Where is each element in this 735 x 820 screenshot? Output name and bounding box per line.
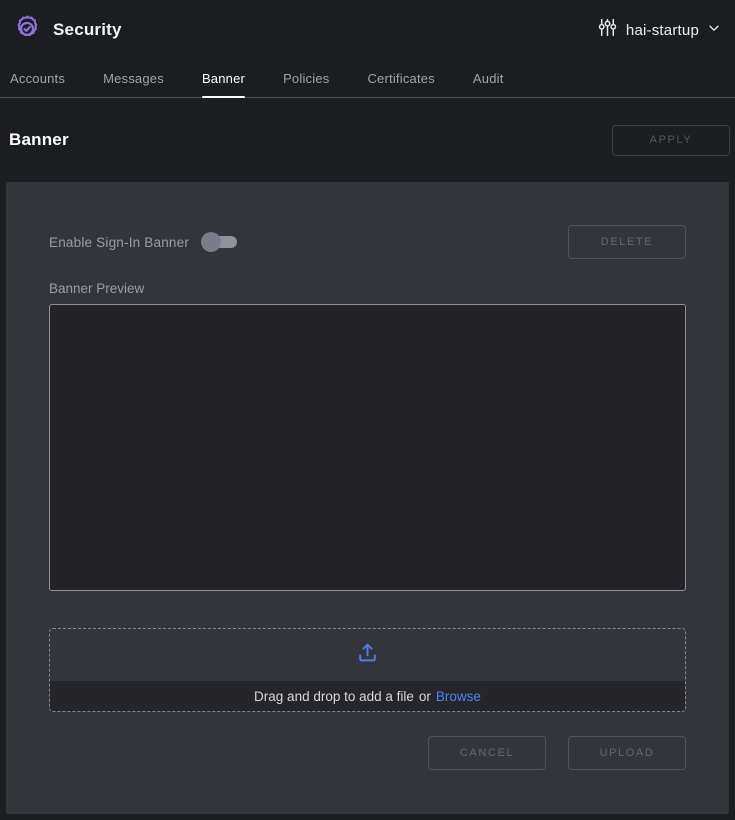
browse-link[interactable]: Browse xyxy=(436,689,481,704)
enable-banner-label: Enable Sign-In Banner xyxy=(49,235,189,250)
chevron-down-icon xyxy=(707,21,721,40)
page-title: Banner xyxy=(9,130,69,150)
tab-certificates[interactable]: Certificates xyxy=(367,60,434,97)
upload-icon xyxy=(354,639,381,671)
tab-policies[interactable]: Policies xyxy=(283,60,329,97)
dropzone-icon-area xyxy=(50,629,685,681)
toggle-knob xyxy=(201,232,221,252)
banner-preview-box xyxy=(49,304,686,591)
tab-banner[interactable]: Banner xyxy=(202,60,245,97)
or-text: or xyxy=(419,689,431,704)
enable-banner-row: Enable Sign-In Banner DELETE xyxy=(49,182,686,259)
tab-bar: Accounts Messages Banner Policies Certif… xyxy=(0,60,735,98)
banner-preview-label: Banner Preview xyxy=(49,281,686,296)
delete-button[interactable]: DELETE xyxy=(568,225,686,259)
banner-settings-panel: Enable Sign-In Banner DELETE Banner Prev… xyxy=(6,182,729,814)
tab-messages[interactable]: Messages xyxy=(103,60,164,97)
org-switcher[interactable]: hai-startup xyxy=(597,17,721,43)
tab-audit[interactable]: Audit xyxy=(473,60,504,97)
upload-button[interactable]: UPLOAD xyxy=(568,736,686,770)
cancel-button[interactable]: CANCEL xyxy=(428,736,546,770)
sliders-icon xyxy=(597,17,618,43)
tab-accounts[interactable]: Accounts xyxy=(10,60,65,97)
form-actions: CANCEL UPLOAD xyxy=(49,736,686,770)
drag-drop-text: Drag and drop to add a file xyxy=(254,689,414,704)
shield-check-icon xyxy=(10,13,44,47)
file-dropzone[interactable]: Drag and drop to add a file or Browse xyxy=(49,628,686,712)
page-title-row: Banner APPLY xyxy=(0,98,735,182)
enable-banner-toggle[interactable] xyxy=(201,231,237,253)
dropzone-text-strip: Drag and drop to add a file or Browse xyxy=(50,681,685,711)
app-header: Security hai-startup xyxy=(0,0,735,60)
app-title: Security xyxy=(53,20,122,40)
apply-button[interactable]: APPLY xyxy=(612,125,730,156)
org-name: hai-startup xyxy=(626,22,699,39)
